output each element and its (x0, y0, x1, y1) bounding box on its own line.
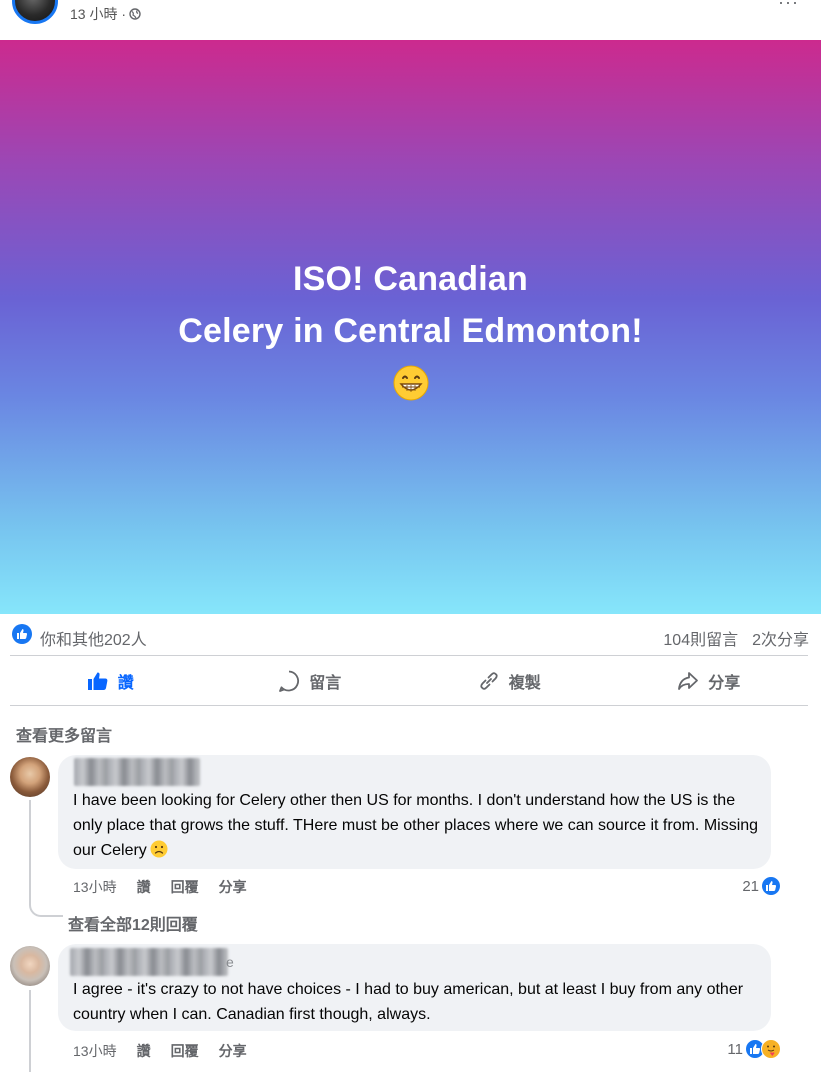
banner-line-1: ISO! Canadian (293, 260, 528, 298)
comment-body: I have been looking for Celery other the… (73, 792, 759, 859)
comment-button[interactable]: 留言 (210, 656, 410, 705)
post-meta: 13 小時 · (70, 4, 141, 24)
comment-bubble: e I agree - it's crazy to not have choic… (58, 944, 771, 1031)
post-time[interactable]: 13 小時 · (70, 4, 126, 24)
like-label: 讚 (117, 674, 134, 692)
thread-line-curve (29, 895, 63, 917)
comment-icon (279, 670, 300, 692)
comment-share-button[interactable]: 分享 (219, 877, 247, 897)
comment-bubble: I have been looking for Celery other the… (58, 755, 771, 869)
reaction-count: 11 (727, 1040, 743, 1058)
like-button[interactable]: 讚 (10, 656, 210, 705)
more-dots-icon[interactable]: ··· (778, 0, 799, 13)
link-icon (480, 671, 498, 690)
grinning-face-icon (393, 365, 428, 401)
view-more-comments[interactable]: 查看更多留言 (16, 722, 112, 746)
share-label: 分享 (708, 674, 741, 692)
commenter-avatar[interactable] (10, 946, 50, 986)
comment-text: I have been looking for Celery other the… (73, 788, 763, 863)
author-avatar[interactable] (12, 0, 58, 24)
comment-like-button[interactable]: 讚 (137, 877, 151, 897)
share-icon (678, 671, 699, 690)
engagement-counts: 104則留言 2次分享 (663, 626, 809, 650)
likes-summary[interactable]: 你和其他202人 (40, 626, 147, 650)
comment-share-button[interactable]: 分享 (219, 1041, 247, 1061)
banner-line-2: Celery in Central Edmonton! (178, 312, 643, 350)
comment-label: 留言 (309, 674, 342, 692)
copy-button[interactable]: 複製 (409, 656, 609, 705)
commenter-name-blurred[interactable] (74, 758, 200, 786)
like-reaction-icon (12, 624, 32, 644)
comment-time[interactable]: 13小時 (73, 1041, 117, 1061)
share-count[interactable]: 2次分享 (752, 626, 809, 650)
thread-line (29, 990, 31, 1072)
comment-time[interactable]: 13小時 (73, 877, 117, 897)
comment-reactions[interactable]: 21 (742, 876, 781, 896)
care-reaction-icon (761, 1039, 781, 1059)
copy-label: 複製 (508, 674, 541, 692)
comment-reply-button[interactable]: 回覆 (171, 1041, 199, 1061)
comment-meta: 13小時 讚 回覆 分享 (73, 1041, 247, 1061)
comment-count[interactable]: 104則留言 (663, 626, 738, 650)
comment-like-button[interactable]: 讚 (137, 1041, 151, 1061)
thumbs-up-icon (87, 671, 108, 690)
action-bar: 讚 留言 複製 分享 (10, 656, 808, 705)
post-stats: 你和其他202人 104則留言 2次分享 (0, 614, 821, 656)
disappointed-face-icon (150, 840, 168, 858)
comment-reply-button[interactable]: 回覆 (171, 877, 199, 897)
post-header: 13 小時 · ··· (0, 0, 821, 40)
reaction-count: 21 (742, 877, 759, 895)
comment-text: I agree - it's crazy to not have choices… (73, 981, 744, 1023)
comment-meta: 13小時 讚 回覆 分享 (73, 877, 247, 897)
thread-line (29, 800, 31, 905)
divider (10, 705, 808, 706)
comment-reactions[interactable]: 11 (727, 1039, 781, 1059)
commenter-name-tail: e (226, 954, 234, 970)
globe-icon (129, 8, 141, 20)
commenter-avatar[interactable] (10, 757, 50, 797)
view-all-replies[interactable]: 查看全部12則回覆 (68, 911, 198, 935)
share-button[interactable]: 分享 (609, 656, 809, 705)
like-reaction-icon (761, 876, 781, 896)
post-banner: ISO! Canadian Celery in Central Edmonton… (0, 40, 821, 614)
commenter-name-blurred[interactable] (70, 948, 228, 976)
